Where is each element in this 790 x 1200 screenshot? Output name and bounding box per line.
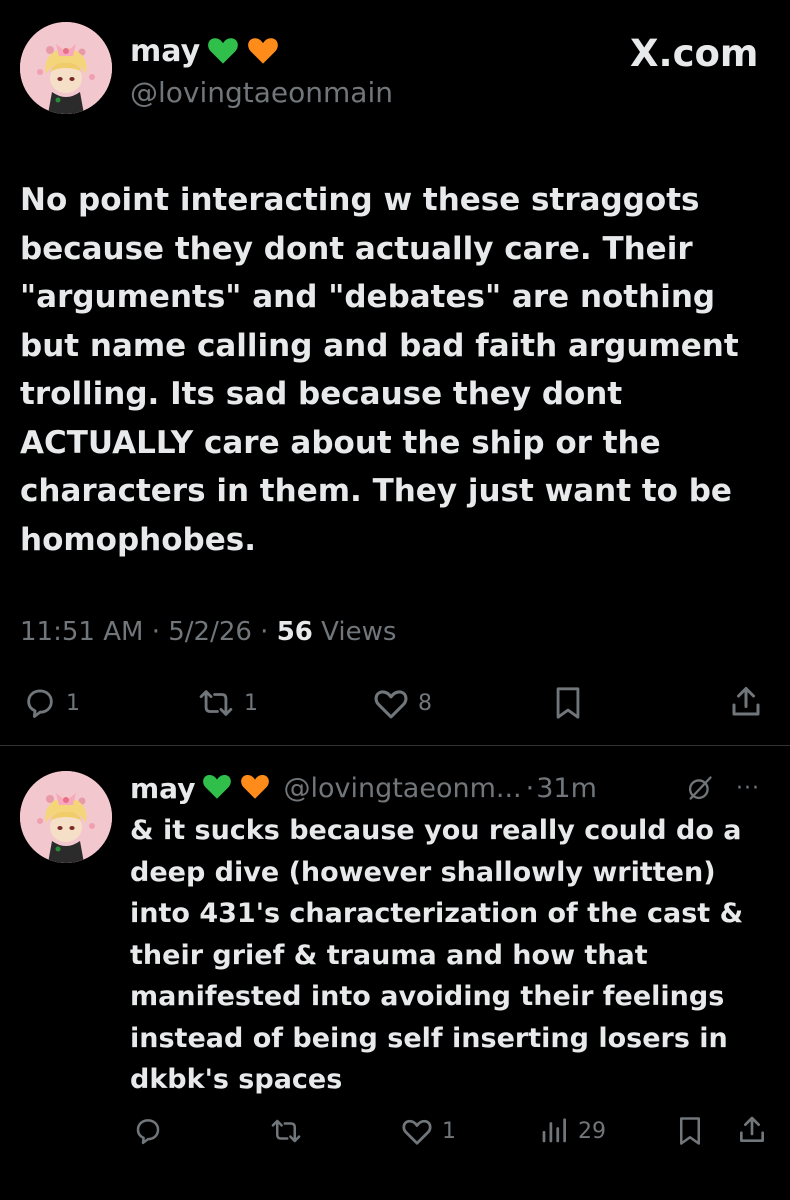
avatar[interactable]: [20, 22, 112, 114]
separator: ·: [260, 617, 269, 647]
x-logo-icon[interactable]: X.com: [630, 32, 759, 75]
reply-avatar[interactable]: [20, 771, 112, 863]
avatar-image: [20, 22, 112, 114]
orange-heart-icon: [246, 35, 280, 73]
reply-count: 1: [66, 690, 80, 716]
repost-button[interactable]: 1: [196, 686, 258, 720]
views-label: Views: [321, 617, 397, 647]
reply-icon: [27, 689, 53, 718]
heart-icon: [402, 1119, 432, 1145]
reply-icon: [136, 1119, 160, 1145]
grok-icon[interactable]: [686, 774, 714, 806]
repost-icon: [199, 690, 233, 716]
views-button[interactable]: 29: [538, 1116, 606, 1146]
separator: ·: [525, 772, 535, 804]
reply-header: may @lovingtaeonm... · 31m: [130, 768, 597, 808]
bookmark-button[interactable]: [552, 686, 584, 720]
views-chart-icon: [542, 1118, 566, 1143]
divider: [0, 745, 790, 746]
like-count: 1: [442, 1118, 456, 1144]
site-label: X.com: [630, 32, 759, 75]
repost-count: 1: [244, 690, 258, 716]
share-button[interactable]: [736, 1114, 768, 1146]
display-name-text: may: [130, 34, 201, 69]
like-count: 8: [418, 690, 432, 716]
reply-button[interactable]: 1: [22, 686, 80, 720]
tweet-time[interactable]: 11:51 AM: [20, 617, 143, 647]
bookmark-icon: [680, 1117, 700, 1145]
reply-button[interactable]: [132, 1116, 164, 1146]
views-count: 29: [578, 1118, 606, 1144]
reply-display-name[interactable]: may: [130, 772, 195, 805]
reply-time[interactable]: 31m: [536, 773, 597, 804]
tweet-meta: 11:51 AM · 5/2/26 · 56 Views: [20, 617, 396, 647]
share-icon: [740, 1116, 764, 1142]
separator: ·: [151, 617, 160, 647]
avatar-image: [20, 771, 112, 863]
reply-handle[interactable]: @lovingtaeonm...: [283, 773, 521, 804]
share-icon: [732, 687, 760, 716]
views-count: 56: [276, 617, 313, 647]
display-name[interactable]: may: [130, 34, 280, 73]
green-heart-icon: [206, 35, 240, 73]
green-heart-icon: [201, 772, 233, 804]
tweet-text: No point interacting w these straggots b…: [20, 182, 739, 558]
heart-icon: [374, 690, 408, 719]
orange-heart-icon: [239, 772, 271, 804]
share-button[interactable]: [728, 684, 764, 720]
like-button[interactable]: 8: [372, 686, 432, 720]
repost-button[interactable]: [268, 1116, 304, 1146]
more-icon[interactable]: ···: [736, 776, 760, 801]
bookmark-button[interactable]: [676, 1116, 704, 1146]
repost-icon: [271, 1119, 301, 1143]
user-handle[interactable]: @lovingtaeonmain: [130, 76, 393, 109]
bookmark-icon: [556, 687, 580, 719]
tweet-date[interactable]: 5/2/26: [168, 617, 252, 647]
reply-text: & it sucks because you really could do a…: [130, 815, 744, 1095]
like-button[interactable]: 1: [400, 1116, 456, 1146]
